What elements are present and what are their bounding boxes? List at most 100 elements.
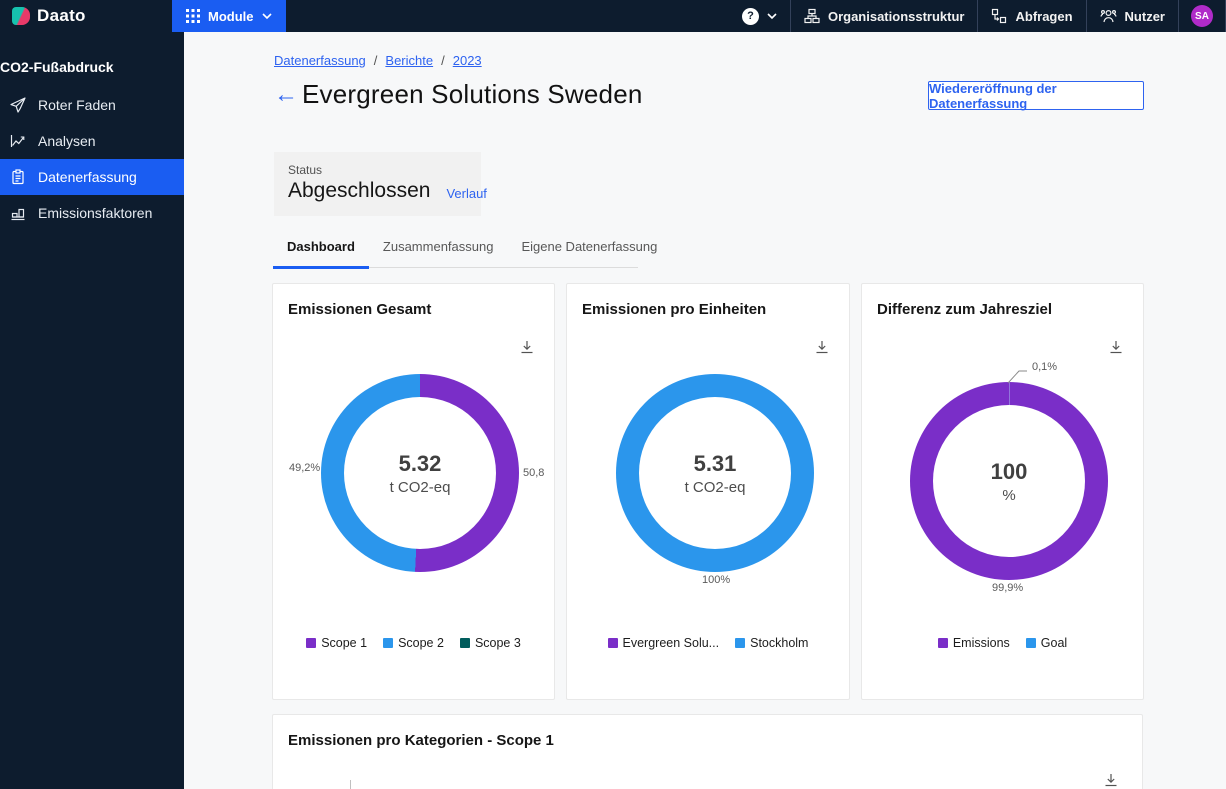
org-structure-button[interactable]: Organisationsstruktur — [791, 0, 978, 32]
legend-item-evergreen[interactable]: Evergreen Solu... — [607, 636, 720, 650]
queries-button[interactable]: Abfragen — [978, 0, 1085, 32]
card-emissionen-gesamt: Emissionen Gesamt 5.32 t CO2-eq 49,2% 50… — [272, 283, 555, 700]
help-menu[interactable]: ? — [729, 0, 790, 32]
sidebar: CO2-Fußabdruck Roter Faden Analysen Date… — [0, 32, 184, 789]
legend-label: Scope 3 — [474, 636, 521, 650]
card-title: Differenz zum Jahresziel — [877, 301, 1053, 318]
download-icon[interactable] — [1109, 340, 1123, 354]
legend-swatch — [937, 638, 948, 648]
module-label: Module — [208, 8, 254, 24]
queries-icon — [992, 8, 1007, 24]
download-icon[interactable] — [1104, 773, 1118, 787]
donut-center: 5.32 t CO2-eq — [344, 397, 496, 549]
breadcrumb-separator: / — [373, 53, 378, 68]
legend-label: Scope 1 — [321, 636, 368, 650]
bar-chart-icon — [11, 208, 25, 221]
daato-logo-icon — [12, 7, 30, 25]
card-emissionen-pro-einheiten: Emissionen pro Einheiten 5.31 t CO2-eq 1… — [566, 283, 850, 700]
legend-item-scope3[interactable]: Scope 3 — [459, 636, 521, 650]
sidebar-item-label: Emissionsfaktoren — [38, 205, 153, 221]
breadcrumb-link-2023[interactable]: 2023 — [453, 53, 482, 68]
divider — [1178, 0, 1179, 32]
breadcrumb-link-datenerfassung[interactable]: Datenerfassung — [274, 53, 366, 68]
legend-swatch — [306, 638, 317, 648]
legend-label: Goal — [1040, 636, 1068, 650]
sidebar-item-roter-faden[interactable]: Roter Faden — [0, 87, 184, 123]
center-value: 100 — [990, 458, 1028, 484]
app-window: Daato Module ? Organisationsstruktur Abf… — [0, 0, 1226, 789]
sidebar-item-label: Roter Faden — [38, 97, 116, 113]
module-menu-button[interactable]: Module — [172, 0, 286, 32]
top-navbar: Daato Module ? Organisationsstruktur Abf… — [0, 0, 1226, 32]
legend-label: Evergreen Solu... — [622, 636, 720, 650]
card-title: Emissionen pro Einheiten — [582, 301, 767, 318]
axis-tick — [350, 780, 351, 789]
paper-plane-icon — [10, 97, 26, 113]
tab-dashboard[interactable]: Dashboard — [273, 233, 369, 269]
history-link[interactable]: Verlauf — [446, 186, 486, 203]
center-unit: % — [1002, 486, 1016, 504]
donut-center: 100 % — [933, 405, 1085, 557]
queries-label: Abfragen — [1015, 8, 1073, 24]
chart-legend: Evergreen Solu... Stockholm — [567, 636, 849, 650]
tab-bar: Dashboard Zusammenfassung Eigene Datener… — [273, 233, 657, 269]
legend-item-goal[interactable]: Goal — [1025, 636, 1068, 650]
download-icon[interactable] — [520, 340, 534, 354]
org-structure-label: Organisationsstruktur — [827, 8, 965, 24]
user-avatar[interactable]: SA — [1191, 5, 1213, 27]
users-icon — [1099, 9, 1117, 23]
sidebar-item-emissionsfaktoren[interactable]: Emissionsfaktoren — [0, 195, 184, 231]
breadcrumb-separator: / — [441, 53, 445, 68]
legend-swatch — [735, 638, 746, 648]
help-icon: ? — [741, 7, 759, 25]
chart-legend: Scope 1 Scope 2 Scope 3 — [273, 636, 554, 650]
center-unit: t CO2-eq — [684, 478, 746, 496]
users-button[interactable]: Nutzer — [1087, 0, 1178, 32]
sidebar-item-analysen[interactable]: Analysen — [0, 123, 184, 159]
legend-item-stockholm[interactable]: Stockholm — [735, 636, 808, 650]
slice-label-bottom: 99,9% — [992, 582, 1024, 594]
download-icon[interactable] — [815, 340, 829, 354]
legend-item-scope2[interactable]: Scope 2 — [383, 636, 444, 650]
sidebar-item-label: Analysen — [38, 133, 96, 149]
brand-logo[interactable]: Daato — [0, 6, 172, 26]
legend-label: Stockholm — [750, 636, 809, 650]
navbar-right: ? Organisationsstruktur Abfragen Nutzer … — [729, 0, 1226, 32]
back-arrow-icon[interactable]: ← — [274, 82, 298, 107]
legend-swatch — [459, 638, 470, 648]
brand-name: Daato — [37, 6, 86, 25]
tab-eigene-datenerfassung[interactable]: Eigene Datenerfassung — [507, 233, 671, 269]
card-differenz-jahresziel: Differenz zum Jahresziel 100 % 0,1% 99,9… — [861, 283, 1144, 700]
chevron-down-icon — [767, 13, 777, 20]
callout-line — [1007, 370, 1027, 384]
reopen-data-collection-button[interactable]: Wiedereröffnung der Datenerfassung — [928, 81, 1144, 111]
sidebar-item-label: Datenerfassung — [38, 169, 137, 185]
legend-item-scope1[interactable]: Scope 1 — [306, 636, 367, 650]
slice-label-left: 49,2% — [289, 462, 321, 474]
breadcrumb: Datenerfassung / Berichte / 2023 — [274, 53, 482, 68]
legend-item-emissions[interactable]: Emissions — [937, 636, 1010, 650]
breadcrumb-link-berichte[interactable]: Berichte — [385, 53, 433, 68]
line-chart-icon — [10, 135, 25, 147]
legend-swatch — [607, 638, 618, 648]
org-structure-icon — [804, 8, 820, 24]
sidebar-item-datenerfassung[interactable]: Datenerfassung — [0, 159, 184, 195]
legend-label: Emissions — [952, 636, 1010, 650]
page-title: Evergreen Solutions Sweden — [302, 79, 643, 109]
slice-label-top: 0,1% — [1032, 361, 1058, 373]
tab-zusammenfassung[interactable]: Zusammenfassung — [369, 233, 508, 269]
center-unit: t CO2-eq — [389, 478, 451, 496]
donut-center: 5.31 t CO2-eq — [639, 397, 791, 549]
card-emissionen-kategorien-scope1: Emissionen pro Kategorien - Scope 1 — [272, 714, 1143, 789]
card-title: Emissionen Gesamt — [288, 301, 432, 318]
legend-label: Scope 2 — [398, 636, 444, 650]
card-title: Emissionen pro Kategorien - Scope 1 — [288, 732, 554, 749]
slice-label-bottom: 100% — [702, 574, 731, 586]
legend-swatch — [383, 638, 394, 648]
center-value: 5.31 — [693, 450, 737, 476]
clipboard-icon — [12, 169, 24, 185]
center-value: 5.32 — [398, 450, 442, 476]
sidebar-heading: CO2-Fußabdruck — [0, 59, 114, 75]
grid-icon — [186, 9, 200, 23]
status-label: Status — [288, 163, 323, 177]
